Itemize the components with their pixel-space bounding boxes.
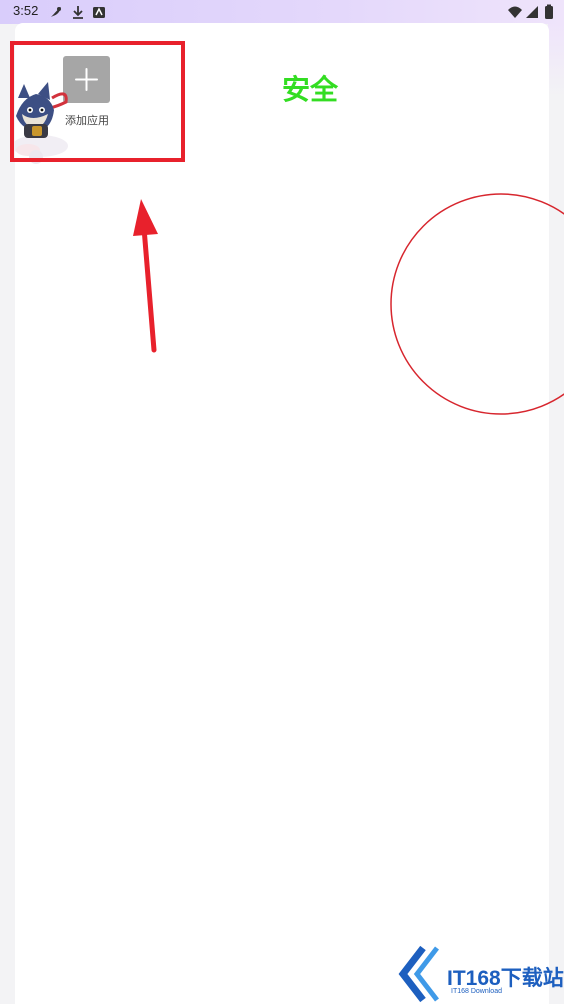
watermark-subtitle: IT168 Download <box>451 988 502 995</box>
annotation-circle <box>390 193 564 415</box>
watermark: IT168下载站 IT168 Download <box>395 944 564 1004</box>
arrow-shaft <box>141 225 157 353</box>
highlight-box <box>10 41 185 162</box>
arrow-head <box>133 199 158 236</box>
it168-logo-icon <box>398 945 439 1003</box>
